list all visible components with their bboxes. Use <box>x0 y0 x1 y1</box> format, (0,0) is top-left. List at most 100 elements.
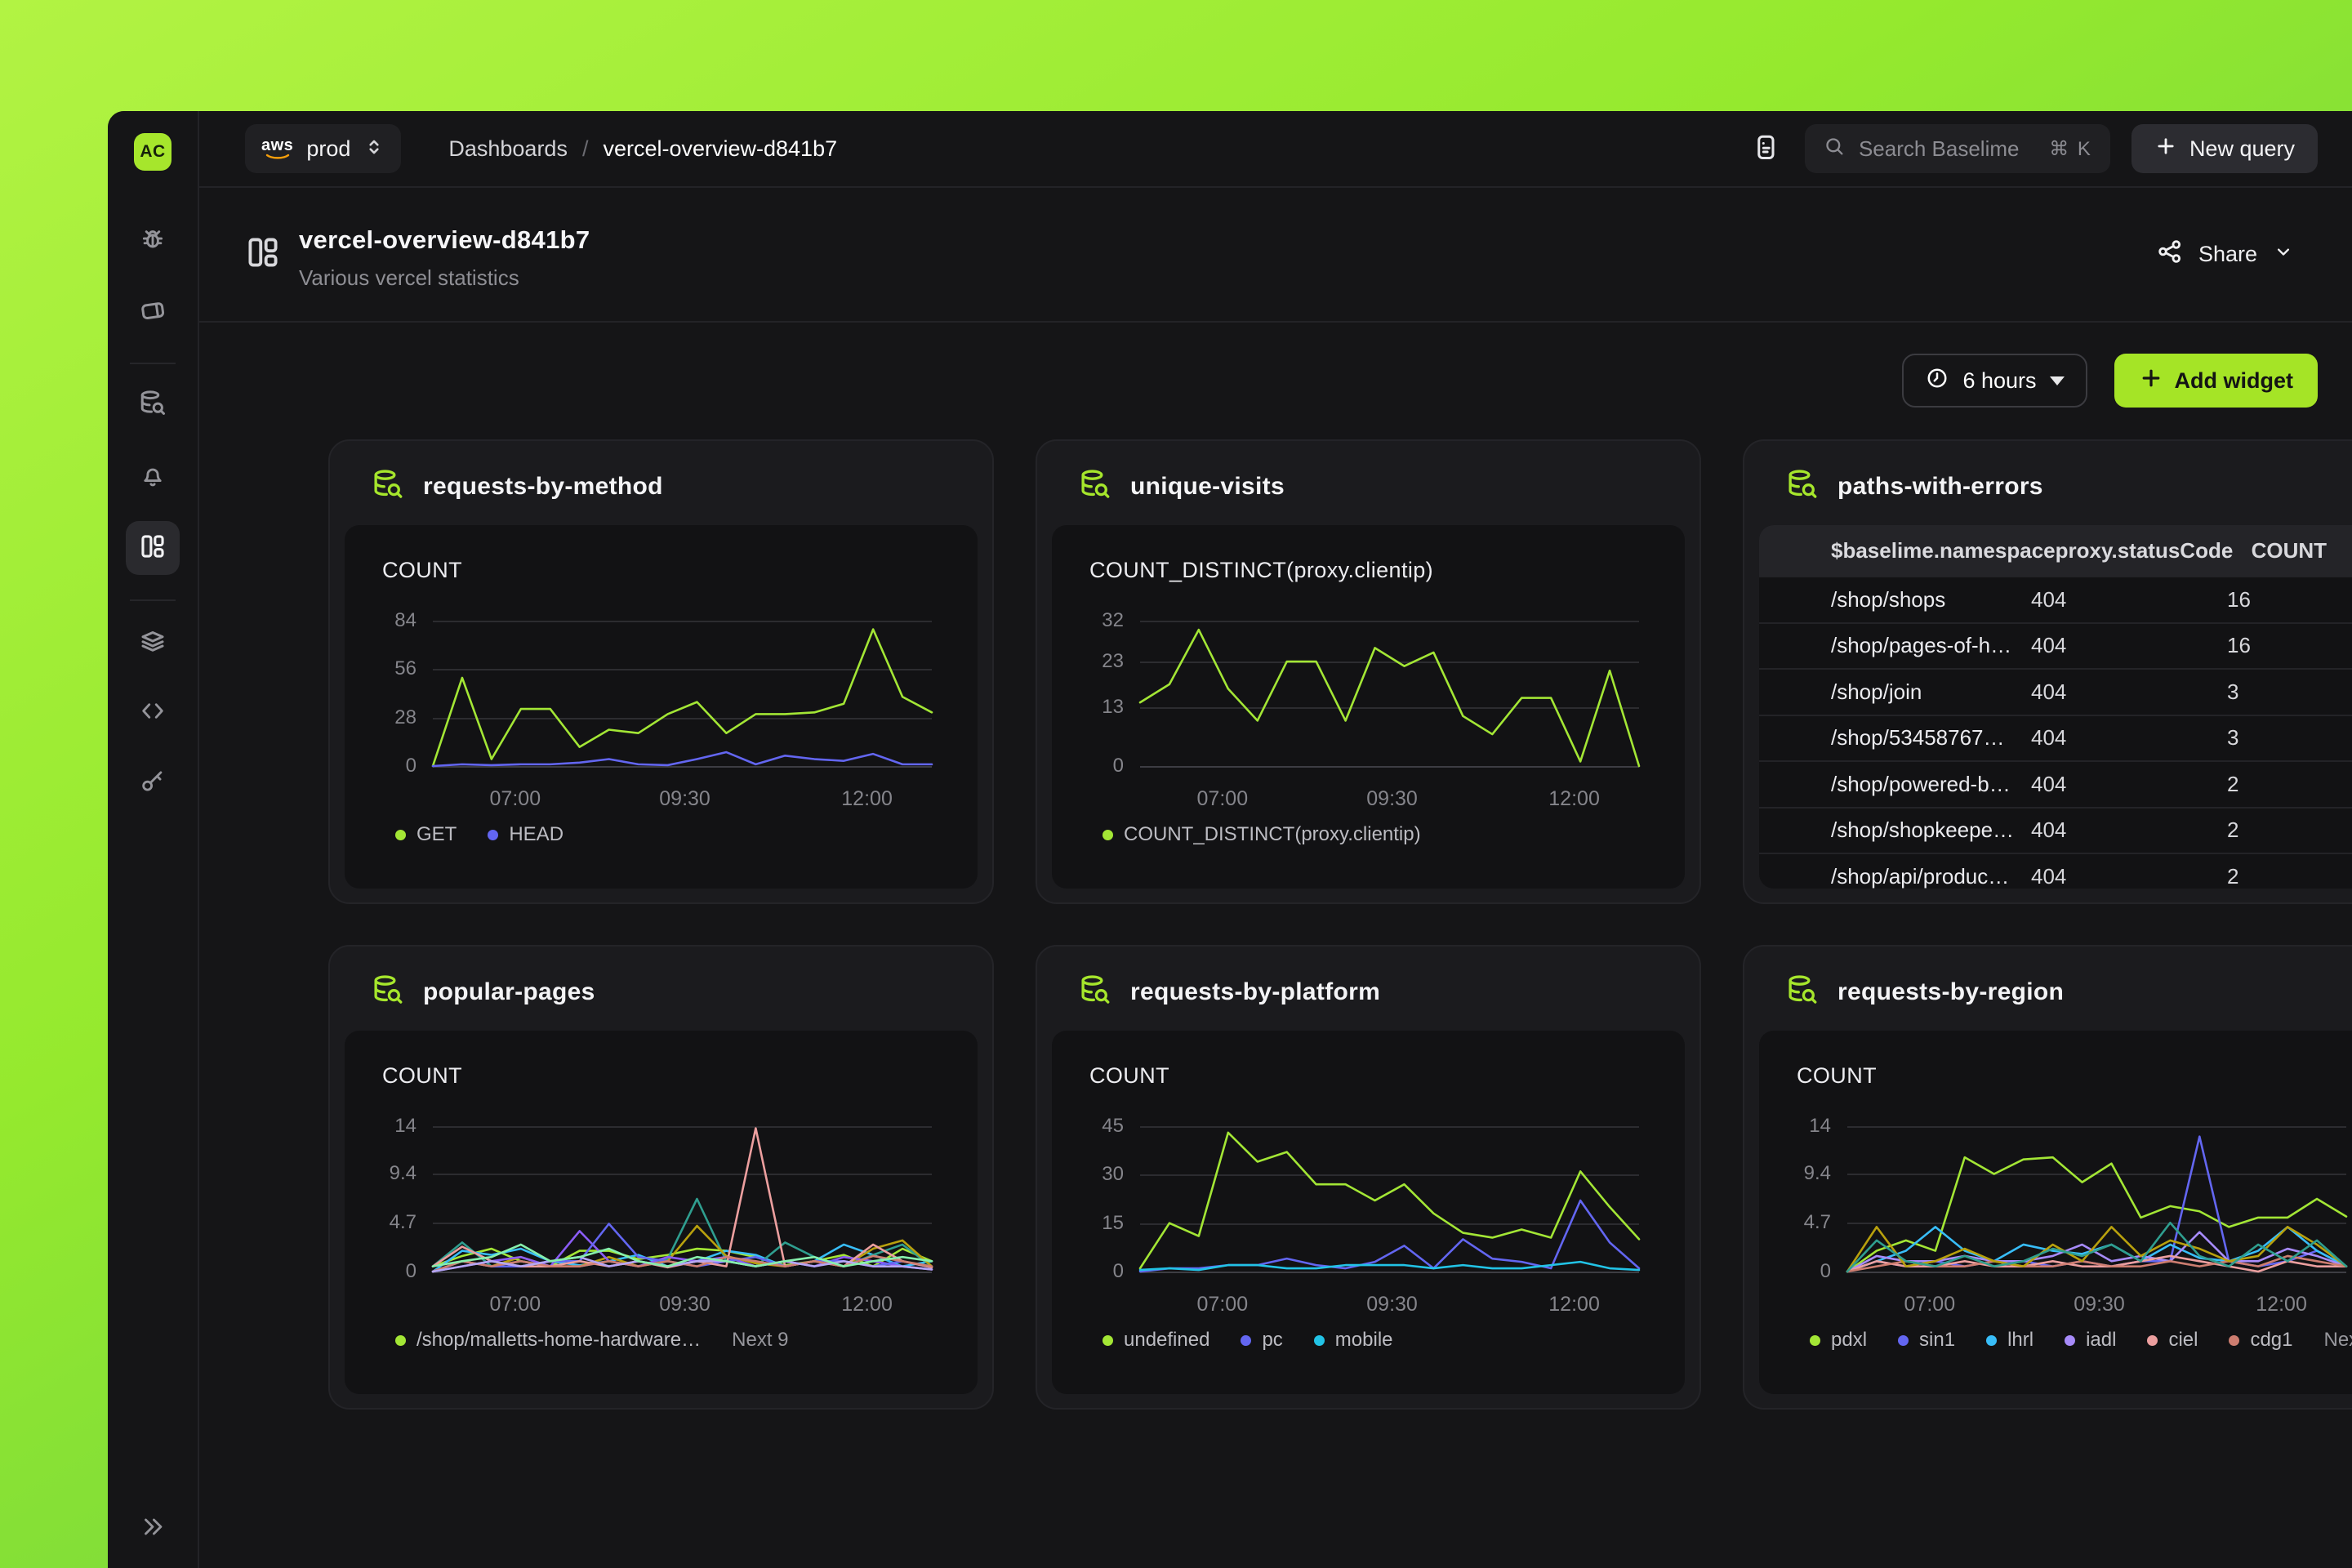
widget-card-requests-by-platform[interactable]: requests-by-platformCOUNT453015007:0009:… <box>1036 945 1701 1410</box>
desktop: { "topbar": { "env": "prod", "breadcrumb… <box>0 0 2352 1568</box>
cell-namespace: /shop/shopkeeper-support <box>1831 817 2031 843</box>
x-axis-tick: 07:00 <box>1904 1293 1956 1316</box>
chart-lines <box>1140 1126 1639 1272</box>
table-header-count: COUNT <box>2252 538 2352 564</box>
legend-item[interactable]: undefined <box>1102 1329 1209 1352</box>
table-row[interactable]: /shop/534587678/product…4043 <box>1759 715 2352 761</box>
cell-count: 16 <box>2227 587 2352 612</box>
table-row[interactable]: /shop/shopkeeper-support4042 <box>1759 807 2352 853</box>
query-database-icon <box>1785 973 1820 1011</box>
table-row[interactable]: /shop/powered-by-plants4042 <box>1759 760 2352 807</box>
sidebar-item-queries[interactable] <box>138 389 167 422</box>
aws-logo-icon: aws <box>261 137 293 160</box>
legend-item[interactable]: COUNT_DISTINCT(proxy.clientip) <box>1102 823 1421 846</box>
chart-plot-area: 149.44.70 <box>433 1126 932 1272</box>
sidebar-collapse-button[interactable] <box>139 1513 167 1545</box>
query-database-icon <box>1078 467 1112 506</box>
avatar[interactable]: AC <box>134 133 172 171</box>
table-header-statuscode: proxy.statusCode <box>2056 538 2252 564</box>
widget-card-paths-with-errors[interactable]: paths-with-errors$baselime.namespaceprox… <box>1743 439 2352 904</box>
sidebar-item-alerts[interactable] <box>139 461 167 493</box>
dashboard-header: vercel-overview-d841b7 Various vercel st… <box>199 188 2352 323</box>
chart-lines <box>433 621 932 766</box>
y-axis-tick: 0 <box>406 755 416 777</box>
search-input[interactable]: Search Baselime ⌘ K <box>1805 124 2110 173</box>
legend-item[interactable]: HEAD <box>488 823 564 846</box>
widget-card-requests-by-method[interactable]: requests-by-methodCOUNT845628007:0009:30… <box>328 439 994 904</box>
journal-icon <box>1751 132 1780 166</box>
add-widget-button[interactable]: Add widget <box>2114 354 2318 408</box>
legend-item[interactable]: lhrl <box>1986 1329 2034 1352</box>
cell-namespace: /shop/powered-by-plants <box>1831 772 2031 797</box>
chart-plot-area: 149.44.70 <box>1847 1126 2346 1272</box>
y-axis-tick: 28 <box>394 706 416 729</box>
widget-card-requests-by-region[interactable]: requests-by-regionCOUNT149.44.7007:0009:… <box>1743 945 2352 1410</box>
dashboard-controls: 6 hours Add widget <box>199 354 2318 408</box>
table-row[interactable]: /shop/pages-of-hackney40416 <box>1759 622 2352 669</box>
widget-card-popular-pages[interactable]: popular-pagesCOUNT149.44.7007:0009:3012:… <box>328 945 994 1410</box>
legend-item[interactable]: pdxl <box>1810 1329 1867 1352</box>
cell-count: 16 <box>2227 633 2352 658</box>
cell-statuscode: 404 <box>2031 587 2227 612</box>
breadcrumb-dashboards[interactable]: Dashboards <box>448 136 568 162</box>
sidebar-item-layers[interactable] <box>138 626 167 659</box>
table-row[interactable]: /shop/shops40416 <box>1759 576 2352 622</box>
changelog-button[interactable] <box>1751 132 1780 166</box>
sidebar-item-dashboards[interactable] <box>126 521 180 575</box>
new-query-label: New query <box>2189 136 2295 162</box>
widget-header: requests-by-method <box>330 441 992 525</box>
legend-dot-icon <box>1102 830 1113 840</box>
table-row[interactable]: /shop/api/product/674904042 <box>1759 853 2352 889</box>
share-button[interactable]: Share <box>2156 238 2295 271</box>
page-title: vercel-overview-d841b7 <box>299 225 590 255</box>
legend-item[interactable]: mobile <box>1314 1329 1393 1352</box>
x-axis-tick: 12:00 <box>841 787 893 811</box>
key-icon <box>139 768 167 800</box>
environment-selector[interactable]: aws prod <box>245 124 401 173</box>
chart-legend: undefined pc mobile <box>1102 1329 1650 1352</box>
query-database-icon <box>371 467 405 506</box>
legend-item[interactable]: sin1 <box>1898 1329 1955 1352</box>
x-axis-tick: 09:30 <box>1366 1293 1418 1316</box>
legend-item[interactable]: iadl <box>2065 1329 2116 1352</box>
legend-dot-icon <box>1241 1335 1251 1346</box>
y-axis-tick: 0 <box>1113 1260 1124 1283</box>
legend-label: iadl <box>2086 1329 2116 1352</box>
main-area: aws prod Dashboards / vercel-overview-d8… <box>199 111 2352 1568</box>
chart-metric-label: COUNT_DISTINCT(proxy.clientip) <box>1089 558 1650 583</box>
series-line-pdxl <box>1847 1157 2346 1272</box>
widget-card-unique-visits[interactable]: unique-visits COUNT_DISTINCT(proxy.client… <box>1036 439 1701 904</box>
table-row[interactable]: /shop/join4043 <box>1759 668 2352 715</box>
breadcrumb-current: vercel-overview-d841b7 <box>603 136 837 162</box>
database-search-icon <box>138 389 167 422</box>
legend-item[interactable]: GET <box>395 823 457 846</box>
x-axis-tick: 12:00 <box>2256 1293 2307 1316</box>
chart-legend: /shop/malletts-home-hardware… Next 9 <box>395 1329 943 1352</box>
sidebar-item-sandbox[interactable] <box>138 296 167 329</box>
legend-item[interactable]: pc <box>1241 1329 1282 1352</box>
legend-item[interactable]: /shop/malletts-home-hardware… <box>395 1329 701 1352</box>
sidebar-item-errors[interactable] <box>139 226 167 258</box>
chevron-down-icon <box>2272 240 2295 269</box>
account-avatar[interactable]: AC <box>134 133 172 171</box>
legend-label: COUNT_DISTINCT(proxy.clientip) <box>1124 823 1421 846</box>
y-axis-tick: 32 <box>1102 609 1124 632</box>
time-range-selector[interactable]: 6 hours <box>1902 354 2087 408</box>
legend-item[interactable]: ciel <box>2147 1329 2198 1352</box>
widget-title: requests-by-platform <box>1130 978 1380 1006</box>
legend-item[interactable]: cdg1 <box>2229 1329 2292 1352</box>
chart-metric-label: COUNT <box>382 1063 943 1089</box>
breadcrumb-separator: / <box>582 136 589 162</box>
y-axis-tick: 0 <box>1820 1260 1831 1283</box>
legend-next-label[interactable]: Next 9 <box>732 1329 788 1352</box>
widget-title: unique-visits <box>1130 473 1285 501</box>
legend-next-label[interactable]: Next 6 <box>2324 1329 2352 1352</box>
sidebar-item-keys[interactable] <box>139 768 167 800</box>
new-query-button[interactable]: New query <box>2132 124 2318 173</box>
chart-lines <box>433 1126 932 1272</box>
sidebar-item-api[interactable] <box>139 697 167 729</box>
chart-panel: COUNT149.44.7007:0009:3012:00/shop/malle… <box>345 1031 978 1394</box>
chart-legend: pdxl sin1 lhrl iadl ciel cdg1 Next 6 <box>1810 1329 2352 1352</box>
chart-plot-area: 4530150 <box>1140 1126 1639 1272</box>
widget-title: paths-with-errors <box>1838 473 2043 501</box>
